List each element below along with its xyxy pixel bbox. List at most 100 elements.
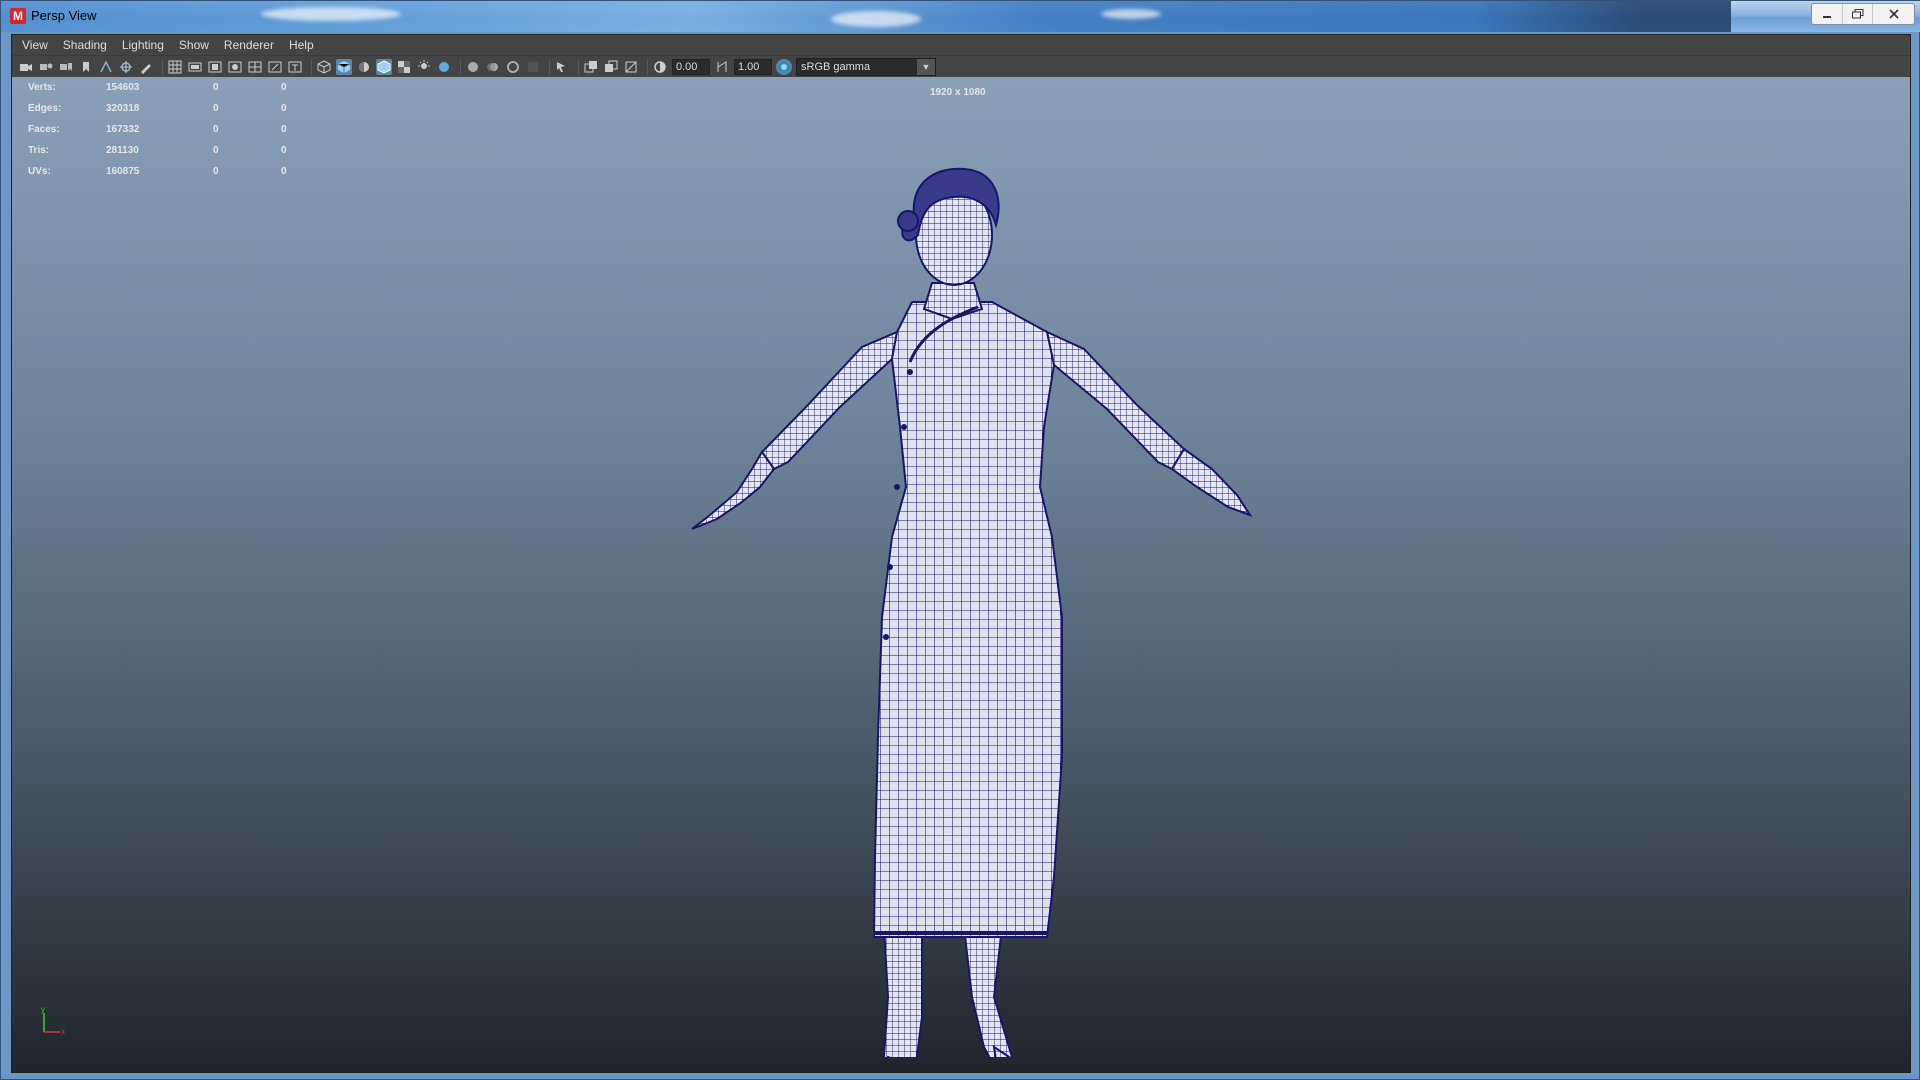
xray-joints-button[interactable] xyxy=(603,59,619,75)
minimize-button[interactable] xyxy=(1812,4,1842,24)
motion-blur-icon xyxy=(487,62,498,71)
hud-row-faces: Faces: 167332 0 0 xyxy=(28,119,311,140)
menu-show[interactable]: Show xyxy=(179,38,209,52)
hud-value: 167332 xyxy=(106,124,140,135)
camera-bookmark-icon xyxy=(60,62,72,71)
maximize-button[interactable] xyxy=(1842,4,1872,24)
toolbar-separator xyxy=(311,58,312,75)
menu-lighting[interactable]: Lighting xyxy=(122,38,164,52)
backface-culling-icon xyxy=(625,61,637,72)
gamma-button[interactable] xyxy=(714,59,730,75)
cloud-decor xyxy=(1101,9,1161,19)
hud-selected-value: 0 xyxy=(213,145,219,156)
toolbar-separator xyxy=(549,58,550,75)
qipao-dress-mesh xyxy=(872,301,1063,938)
color-management-button[interactable] xyxy=(776,58,792,75)
safe-title-button[interactable] xyxy=(287,59,303,75)
gamma-field[interactable]: 1.00 xyxy=(734,58,772,75)
title-bar[interactable]: M Persp View xyxy=(1,1,1920,32)
camera-attributes-button[interactable] xyxy=(38,59,54,75)
bookmark-button[interactable] xyxy=(78,59,94,75)
textured-button[interactable] xyxy=(396,59,412,75)
gate-mask-button[interactable] xyxy=(227,59,243,75)
safe-action-button[interactable] xyxy=(267,59,283,75)
wireframe-on-shaded-icon xyxy=(377,59,391,74)
view-panel: View Shading Lighting Show Renderer Help xyxy=(11,34,1911,1073)
bookmarks-button[interactable] xyxy=(58,59,74,75)
resolution-gate-button[interactable] xyxy=(207,59,223,75)
hud-component-value: 0 xyxy=(281,166,287,177)
hud-row-uvs: UVs: 160875 0 0 xyxy=(28,161,311,182)
film-gate-icon xyxy=(188,62,202,71)
hud-label: Verts: xyxy=(28,82,56,93)
depth-of-field-button[interactable] xyxy=(525,59,541,75)
right-leg-mesh xyxy=(962,926,1015,1057)
wireframe-cube-icon xyxy=(317,59,331,74)
default-material-icon xyxy=(359,61,369,72)
resolution-gate-icon xyxy=(208,61,222,72)
shadows-button[interactable] xyxy=(436,59,452,75)
isolate-select-icon xyxy=(557,61,565,72)
isolate-select-button[interactable] xyxy=(554,59,570,75)
smooth-shade-cube-icon xyxy=(337,60,351,73)
close-button[interactable] xyxy=(1872,4,1914,24)
pan-zoom-icon xyxy=(120,60,132,73)
grid-button[interactable] xyxy=(167,59,183,75)
smooth-shade-button[interactable] xyxy=(336,58,352,75)
hud-value: 154603 xyxy=(106,82,140,93)
hud-label: UVs: xyxy=(28,166,51,177)
image-plane-icon xyxy=(100,59,112,72)
shadows-icon xyxy=(439,61,449,72)
default-material-button[interactable] xyxy=(356,59,372,75)
3d-viewport[interactable]: Verts: 154603 0 0 Edges: 320318 0 0 Face… xyxy=(12,77,1910,1072)
x-axis-label: x xyxy=(61,1027,65,1036)
hud-selected-value: 0 xyxy=(213,82,219,93)
hud-selected-value: 0 xyxy=(213,124,219,135)
grease-pencil-button[interactable] xyxy=(138,59,154,75)
select-camera-button[interactable] xyxy=(18,59,34,75)
field-chart-button[interactable] xyxy=(247,59,263,75)
menu-shading[interactable]: Shading xyxy=(63,38,107,52)
exposure-button[interactable] xyxy=(652,59,668,75)
backface-culling-button[interactable] xyxy=(623,59,639,75)
2d-pan-zoom-button[interactable] xyxy=(118,59,134,75)
window-title: Persp View xyxy=(31,8,97,23)
grid-icon xyxy=(168,60,182,73)
use-all-lights-button[interactable] xyxy=(416,59,432,75)
exposure-field[interactable]: 0.00 xyxy=(672,58,710,75)
anti-aliasing-icon xyxy=(507,60,519,73)
bookmark-icon xyxy=(83,61,89,72)
minimize-icon xyxy=(1823,16,1831,18)
menu-view[interactable]: View xyxy=(22,38,48,52)
right-hand-mesh xyxy=(1170,447,1253,517)
y-axis-label: y xyxy=(41,1007,45,1014)
safe-title-icon xyxy=(288,61,302,72)
hud-label: Tris: xyxy=(28,145,50,156)
toolbar-separator xyxy=(162,58,163,75)
view-transform-dropdown[interactable]: sRGB gamma ▼ xyxy=(796,57,936,76)
hud-row-tris: Tris: 281130 0 0 xyxy=(28,140,311,161)
hud-selected-value: 0 xyxy=(213,166,219,177)
cloud-decor xyxy=(261,7,401,21)
hud-row-verts: Verts: 154603 0 0 xyxy=(28,77,311,98)
screen-space-ao-button[interactable] xyxy=(465,59,481,75)
image-plane-button[interactable] xyxy=(98,59,114,75)
hud-label: Faces: xyxy=(28,124,60,135)
toolbar-separator xyxy=(460,58,461,75)
depth-of-field-icon xyxy=(528,61,538,72)
film-gate-button[interactable] xyxy=(187,59,203,75)
menu-renderer[interactable]: Renderer xyxy=(224,38,274,52)
restore-icon xyxy=(1851,9,1863,19)
anti-aliasing-button[interactable] xyxy=(505,59,521,75)
wireframe-button[interactable] xyxy=(316,59,332,75)
toolbar-separator xyxy=(578,58,579,75)
xray-button[interactable] xyxy=(583,59,599,75)
motion-blur-button[interactable] xyxy=(485,59,501,75)
hud-value: 320318 xyxy=(106,103,140,114)
hud-label: Edges: xyxy=(28,103,62,114)
gamma-icon xyxy=(717,60,727,72)
wireframe-character-model[interactable] xyxy=(592,97,1312,1057)
wireframe-on-shaded-button[interactable] xyxy=(376,58,392,75)
menu-help[interactable]: Help xyxy=(289,38,314,52)
hud-component-value: 0 xyxy=(281,82,287,93)
